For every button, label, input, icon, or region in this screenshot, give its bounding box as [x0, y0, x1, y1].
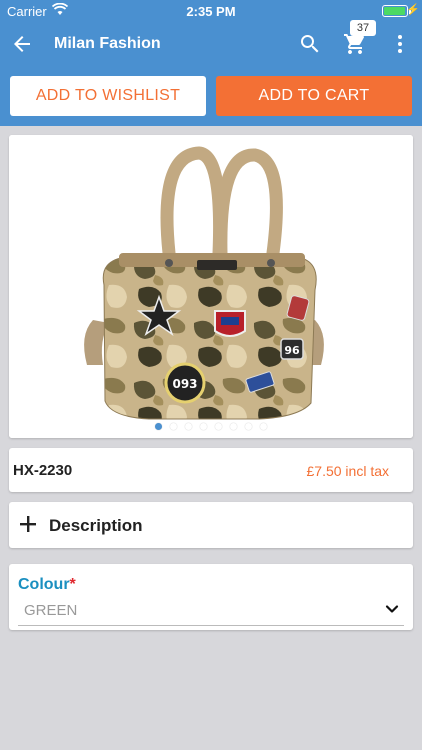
- search-icon[interactable]: [298, 32, 322, 56]
- carousel-dot[interactable]: [230, 423, 237, 430]
- product-image-carousel[interactable]: 093 96: [9, 135, 413, 438]
- product-image: 093 96: [9, 135, 413, 438]
- colour-label: Colour*: [18, 576, 76, 593]
- svg-text:093: 093: [172, 377, 197, 391]
- product-sku: HX-2230: [13, 462, 73, 479]
- app-bar: Milan Fashion 37: [0, 20, 422, 66]
- page-title: Milan Fashion: [54, 35, 161, 52]
- add-to-cart-button[interactable]: ADD TO CART: [216, 76, 412, 116]
- carousel-dot[interactable]: [245, 423, 252, 430]
- carousel-dot[interactable]: [185, 423, 192, 430]
- carousel-dot[interactable]: [170, 423, 177, 430]
- colour-select[interactable]: GREEN: [24, 602, 77, 619]
- battery-icon: [382, 5, 411, 17]
- status-time: 2:35 PM: [186, 4, 236, 19]
- cart-count-badge: 37: [350, 20, 376, 36]
- required-mark: *: [69, 576, 76, 593]
- more-vert-icon[interactable]: [388, 32, 412, 56]
- carousel-dot[interactable]: [200, 423, 207, 430]
- product-price: £7.50 incl tax: [306, 463, 390, 479]
- colour-select-card: Colour* GREEN: [9, 564, 413, 630]
- carousel-dot[interactable]: [215, 423, 222, 430]
- status-bar: Carrier 2:35 PM ⚡: [0, 0, 422, 22]
- carousel-dot[interactable]: [155, 423, 162, 430]
- chevron-down-icon[interactable]: [385, 602, 399, 616]
- description-label: Description: [49, 516, 143, 535]
- select-underline: [18, 625, 404, 626]
- back-arrow-icon[interactable]: [10, 32, 34, 56]
- action-bar: ADD TO WISHLIST ADD TO CART: [0, 66, 422, 126]
- svg-text:96: 96: [284, 344, 300, 357]
- add-to-wishlist-button[interactable]: ADD TO WISHLIST: [10, 76, 206, 116]
- product-info-card: HX-2230 £7.50 incl tax: [9, 448, 413, 492]
- charging-icon: ⚡: [406, 4, 420, 16]
- carousel-indicator[interactable]: [9, 417, 413, 435]
- carousel-dot[interactable]: [260, 423, 267, 430]
- description-expander[interactable]: Description: [9, 502, 413, 548]
- plus-icon: [20, 516, 36, 532]
